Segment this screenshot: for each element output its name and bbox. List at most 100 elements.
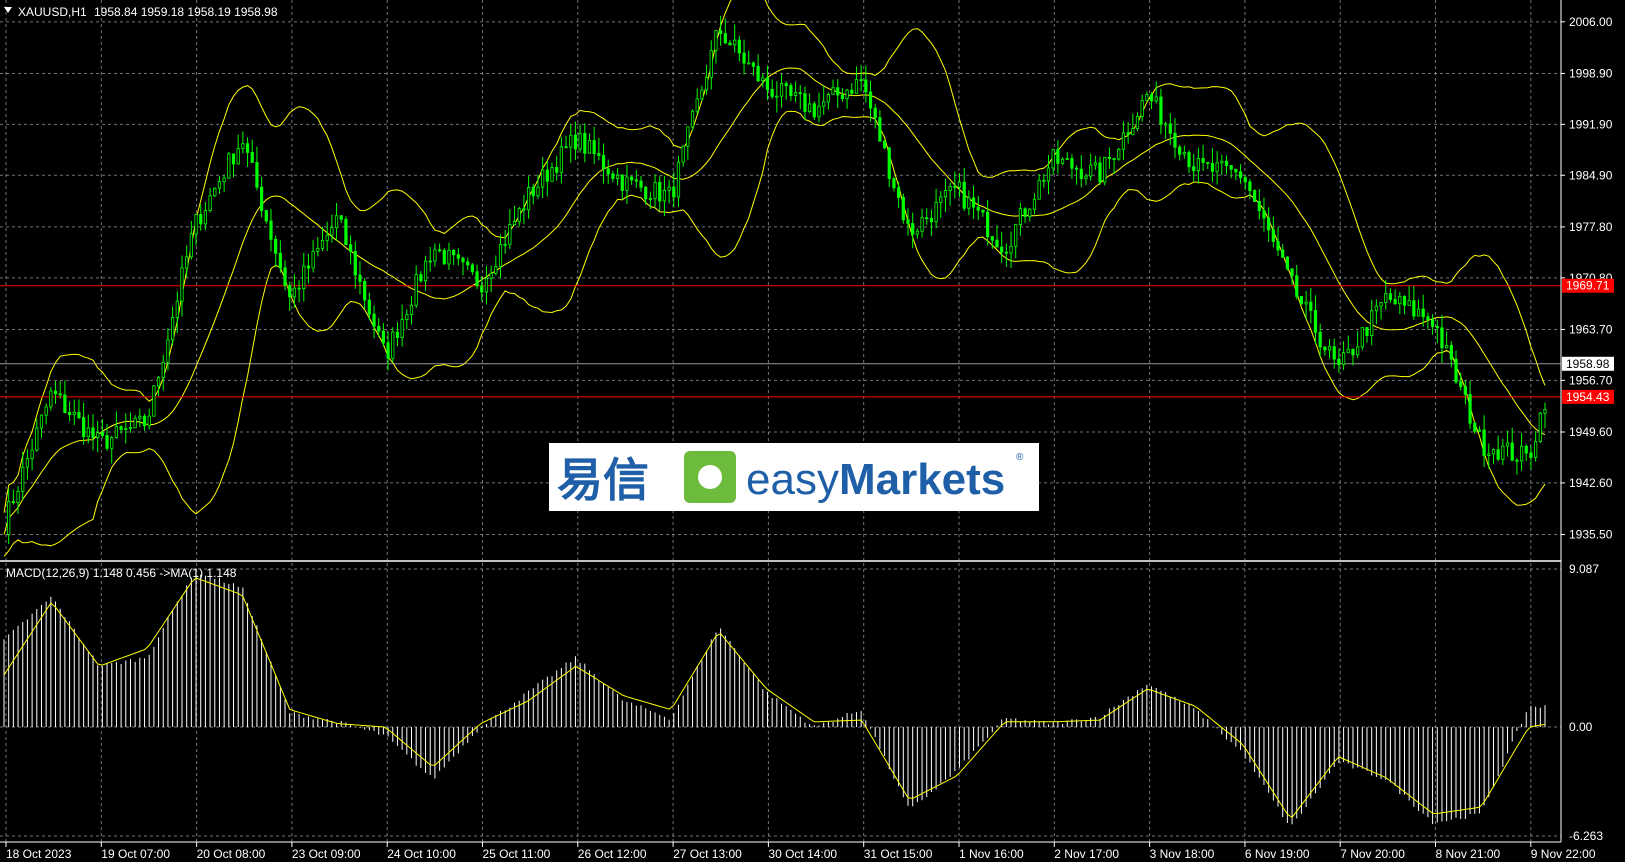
candle-body [484,277,489,293]
candle-body [765,77,770,90]
candle-body [1037,179,1041,200]
candle-body [1501,445,1505,460]
candle-body [39,414,44,429]
candle-body [1140,100,1144,117]
candle-body [119,426,123,430]
candle-body [1238,171,1243,178]
candle-body [372,313,376,327]
candle-body [1416,308,1421,317]
candle-body [1426,316,1430,321]
candle-body [1262,210,1266,219]
candle-body [1126,132,1130,135]
candle-body [147,415,151,427]
candle-body [1000,246,1004,253]
candle-body [400,319,404,338]
candle-body [236,148,240,165]
candle-body [35,427,39,451]
candle-body [1327,346,1332,351]
candle-body [1046,167,1051,182]
candle-body [325,234,329,241]
logo-brand-text: easyMarkets [746,455,1005,504]
candle-body [1257,201,1261,211]
candle-body [1220,160,1224,164]
candle-body [1482,429,1486,456]
candle-body [1070,158,1074,169]
price-tick-label: 1942.60 [1569,476,1613,490]
time-tick-label: 24 Oct 10:00 [387,847,456,861]
candle-body [86,427,90,438]
candle-body [892,178,896,189]
candle-body [526,187,531,211]
candle-body [943,190,948,198]
candle-body [1168,123,1172,134]
macd-tick-label: 9.087 [1569,562,1599,576]
candle-body [297,287,301,290]
time-tick-label: 31 Oct 15:00 [864,847,933,861]
candle-body [1187,152,1191,168]
macd-info-label: MACD(12,26,9) 1.148 0.456 ->MA(1) 1.148 [6,566,237,580]
candle-body [152,385,156,417]
candle-body [1332,346,1336,360]
candle-body [1295,275,1299,297]
candle-body [967,197,971,209]
candle-body [592,140,596,154]
candle-body [1281,249,1285,258]
price-tick-label: 1963.70 [1569,322,1613,336]
candle-body [662,189,667,202]
candle-body [1060,158,1065,164]
candle-body [53,390,58,395]
trading-chart[interactable]: 2006.001998.901991.901984.901977.801970.… [0,0,1625,862]
candle-body [189,233,193,258]
candle-body [124,427,128,430]
candle-body [653,181,657,199]
candle-body [1014,224,1018,247]
time-tick-label: 27 Oct 13:00 [673,847,742,861]
candle-body [1519,445,1524,462]
candle-body [1477,429,1482,432]
candle-body [1290,268,1294,277]
candle-body [470,264,474,273]
candle-body [681,145,685,163]
candle-body [58,393,62,396]
candle-body [367,299,371,315]
candle-body [316,247,320,252]
candle-body [1374,305,1378,312]
candle-body [203,210,208,225]
time-tick-label: 20 Oct 08:00 [197,847,266,861]
candle-body [166,339,170,363]
candle-body [96,432,100,438]
time-tick-label: 25 Oct 11:00 [483,847,551,861]
price-tick-label: 1949.60 [1569,425,1613,439]
candle-body [278,252,282,269]
candle-body [503,243,507,246]
candle-body [1084,175,1088,179]
candle-body [1449,344,1453,360]
price-tick-label: 2006.00 [1569,15,1613,29]
candle-body [1267,217,1271,231]
candle-body [447,249,451,265]
price-tick-label: 1991.90 [1569,117,1613,131]
candle-body [1098,162,1102,183]
macd-tick-label: 0.00 [1569,720,1593,734]
candle-body [1515,459,1519,462]
time-tick-label: 30 Oct 14:00 [768,847,837,861]
candle-body [817,105,821,118]
candle-body [578,133,582,150]
candle-body [957,181,962,188]
candle-body [583,133,587,154]
candle-body [255,162,259,188]
price-tick-label: 1984.90 [1569,168,1613,182]
candle-body [405,314,409,321]
candle-body [395,331,400,338]
candle-body [1491,449,1496,455]
candle-body [185,256,189,269]
candle-body [428,260,432,263]
candle-body [1285,256,1289,270]
symbol-header: XAUUSD,H1 1958.84 1959.18 1958.19 1958.9… [4,5,278,19]
candle-body [868,91,873,109]
candle-body [330,227,334,236]
candle-body [1028,208,1032,217]
candle-body [620,174,624,191]
candle-body [615,174,620,179]
candle-body [30,449,34,459]
